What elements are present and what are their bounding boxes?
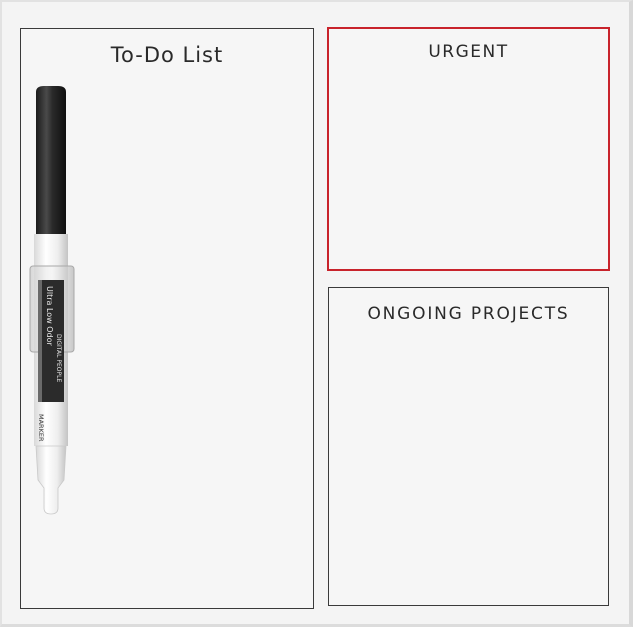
dry-erase-marker: Ultra Low Odor DIGITAL PEOPLE MARKER	[29, 86, 75, 515]
marker-brand-text: Ultra Low Odor	[45, 286, 54, 347]
marker-type-text: MARKER	[37, 414, 45, 442]
ongoing-projects-panel: ONGOING PROJECTS	[328, 287, 609, 606]
todo-list-title: To-Do List	[110, 43, 224, 67]
marker-maker-text: DIGITAL PEOPLE	[55, 334, 62, 382]
marker-tail	[35, 445, 67, 515]
whiteboard: To-Do List URGENT ONGOING PROJECTS Ultra…	[0, 0, 633, 627]
urgent-panel: URGENT	[327, 27, 610, 271]
marker-cap	[36, 86, 66, 234]
urgent-title: URGENT	[428, 42, 509, 62]
ongoing-projects-title: ONGOING PROJECTS	[367, 304, 570, 324]
